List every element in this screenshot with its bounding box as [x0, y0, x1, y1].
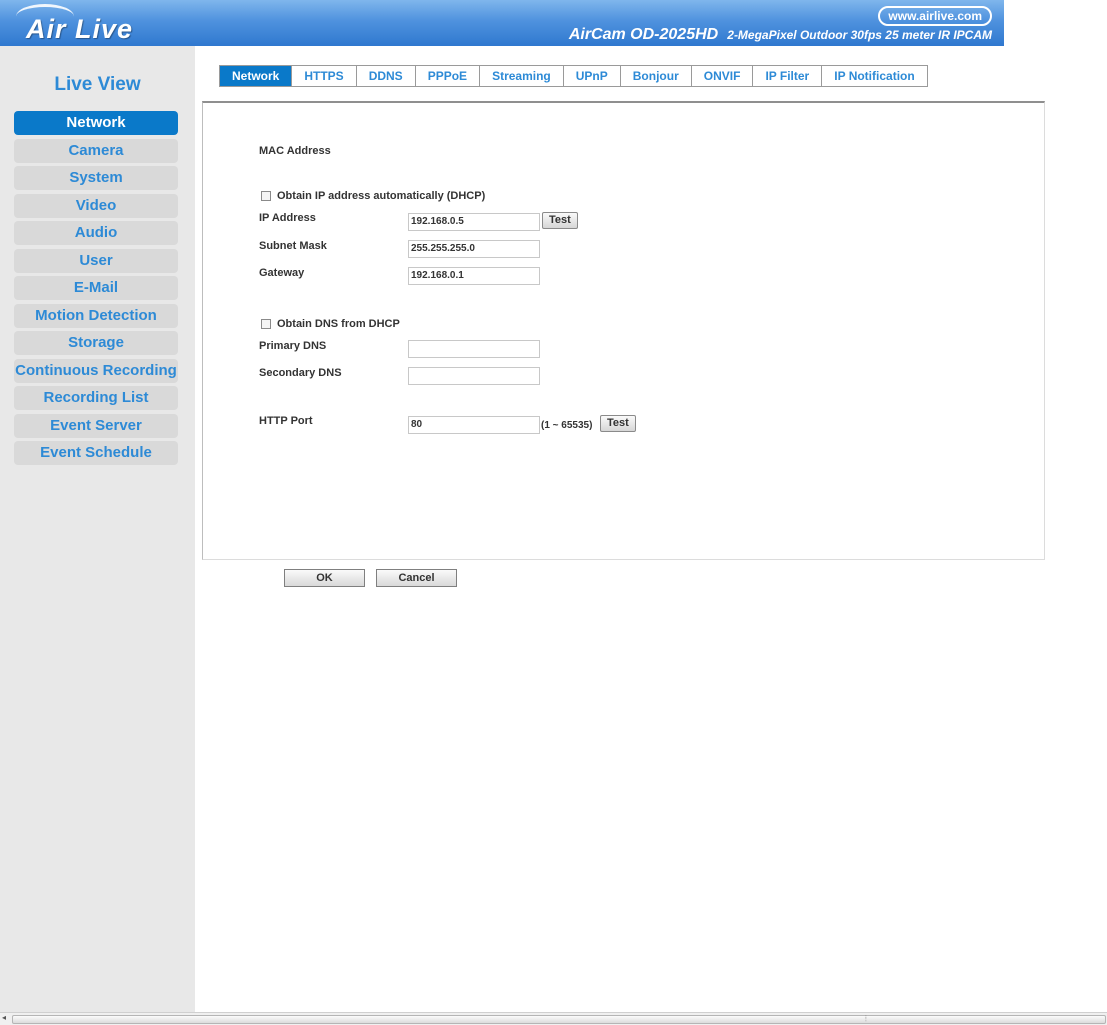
primary-dns-input[interactable]: [408, 340, 540, 358]
live-view-link[interactable]: Live View: [0, 74, 195, 96]
tab-streaming[interactable]: Streaming: [480, 66, 564, 86]
secondary-dns-label: Secondary DNS: [259, 367, 342, 379]
tab-ip-notification[interactable]: IP Notification: [822, 66, 926, 86]
tab-pppoe[interactable]: PPPoE: [416, 66, 481, 86]
sidebar-item-email[interactable]: E-Mail: [14, 276, 178, 300]
primary-dns-label: Primary DNS: [259, 340, 327, 352]
gateway-label: Gateway: [259, 267, 305, 279]
tab-onvif[interactable]: ONVIF: [692, 66, 754, 86]
tab-upnp[interactable]: UPnP: [564, 66, 621, 86]
dns-dhcp-label: Obtain DNS from DHCP: [277, 318, 400, 330]
cancel-button[interactable]: Cancel: [376, 569, 457, 587]
scroll-left-arrow-icon[interactable]: ◂: [2, 1013, 6, 1022]
sidebar-item-video[interactable]: Video: [14, 193, 178, 218]
horizontal-scrollbar[interactable]: ◂ ⦙: [0, 1012, 1107, 1025]
http-port-input[interactable]: 80: [408, 416, 540, 434]
network-settings-panel: MAC Address Obtain IP address automatica…: [202, 101, 1045, 560]
http-port-label: HTTP Port: [259, 415, 313, 427]
sidebar-item-event-schedule[interactable]: Event Schedule: [14, 441, 178, 465]
dhcp-row: Obtain IP address automatically (DHCP): [261, 190, 485, 202]
subnet-mask-input[interactable]: 255.255.255.0: [408, 240, 540, 258]
ip-address-label: IP Address: [259, 212, 316, 224]
sidebar-item-continuous-recording[interactable]: Continuous Recording: [14, 358, 178, 383]
sidebar-item-audio[interactable]: Audio: [14, 221, 178, 245]
model-name: AirCam OD-2025HD: [568, 26, 719, 43]
tab-network[interactable]: Network: [220, 66, 293, 86]
sidebar: Live View Network Camera System Video Au…: [0, 46, 195, 1012]
sidebar-item-camera[interactable]: Camera: [14, 138, 178, 163]
scrollbar-grip-icon: ⦙: [865, 1014, 867, 1023]
airlive-logo: Air Live: [26, 14, 134, 44]
tab-ddns[interactable]: DDNS: [357, 66, 416, 86]
tab-https[interactable]: HTTPS: [292, 66, 357, 86]
http-port-range: (1 ~ 65535): [541, 420, 593, 431]
dhcp-checkbox[interactable]: [261, 191, 271, 201]
sidebar-item-motion-detection[interactable]: Motion Detection: [14, 303, 178, 328]
mac-address-label: MAC Address: [259, 145, 331, 157]
subnet-mask-label: Subnet Mask: [259, 240, 327, 252]
dhcp-label: Obtain IP address automatically (DHCP): [277, 190, 486, 202]
airlive-url-badge[interactable]: www.airlive.com: [878, 6, 992, 26]
header-banner: Air Live www.airlive.com AirCam OD-2025H…: [0, 0, 1004, 46]
gateway-input[interactable]: 192.168.0.1: [408, 267, 540, 285]
ok-button[interactable]: OK: [284, 569, 365, 587]
ip-address-input[interactable]: 192.168.0.5: [408, 213, 540, 231]
secondary-dns-input[interactable]: [408, 367, 540, 385]
sidebar-item-event-server[interactable]: Event Server: [14, 413, 178, 438]
product-model: AirCam OD-2025HD 2-MegaPixel Outdoor 30f…: [569, 26, 992, 44]
http-port-test-button[interactable]: Test: [600, 415, 636, 432]
sidebar-item-storage[interactable]: Storage: [14, 331, 178, 355]
sidebar-item-recording-list[interactable]: Recording List: [14, 386, 178, 410]
tab-bonjour[interactable]: Bonjour: [621, 66, 692, 86]
scrollbar-thumb[interactable]: ⦙: [12, 1014, 1106, 1024]
sidebar-item-system[interactable]: System: [14, 166, 178, 190]
sidebar-item-user[interactable]: User: [14, 248, 178, 273]
tab-ip-filter[interactable]: IP Filter: [753, 66, 823, 86]
sidebar-item-network[interactable]: Network: [14, 111, 178, 135]
ip-test-button[interactable]: Test: [542, 212, 578, 229]
dns-dhcp-checkbox[interactable]: [261, 319, 271, 329]
model-description: 2-MegaPixel Outdoor 30fps 25 meter IR IP…: [727, 28, 992, 42]
network-tabs: Network HTTPS DDNS PPPoE Streaming UPnP …: [219, 65, 928, 87]
dns-dhcp-row: Obtain DNS from DHCP: [261, 318, 400, 330]
sidebar-menu: Network Camera System Video Audio User E…: [14, 111, 178, 469]
